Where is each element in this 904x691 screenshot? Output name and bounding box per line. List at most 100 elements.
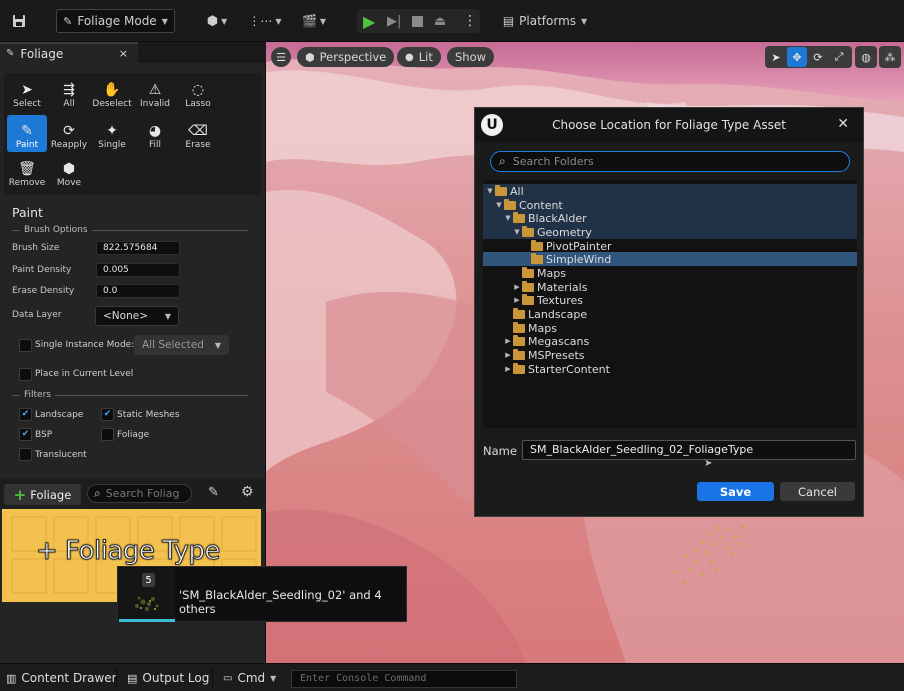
lit-label: Lit xyxy=(418,50,433,64)
stop-icon[interactable] xyxy=(412,15,423,27)
brush-options-label: Brush Options xyxy=(24,225,88,235)
tool-invalid[interactable]: ⚠ Invalid xyxy=(135,74,175,111)
expanded-arrow-icon: ▼ xyxy=(496,201,502,209)
tool-label: Deselect xyxy=(92,99,132,109)
add-actor-button[interactable]: ⬢ ▼ xyxy=(200,9,234,33)
cancel-button[interactable]: Cancel xyxy=(780,482,855,501)
tree-item[interactable]: Maps xyxy=(483,321,857,335)
tree-item-label: Maps xyxy=(528,321,557,335)
gear-icon[interactable]: ⚙ xyxy=(241,484,254,500)
output-log-label: Output Log xyxy=(142,671,210,685)
collapsed-arrow-icon[interactable]: ▶ xyxy=(503,365,513,373)
tree-item[interactable]: ▼ Geometry xyxy=(483,225,857,239)
tree-item[interactable]: ▼ All xyxy=(483,184,857,198)
tree-item[interactable]: Maps xyxy=(483,266,857,280)
tool-deselect[interactable]: ✋ Deselect xyxy=(92,74,132,111)
collapsed-arrow-icon[interactable]: ▶ xyxy=(503,337,513,345)
name-label: Name xyxy=(483,444,517,458)
content-drawer-button[interactable]: ▥ Content Drawer xyxy=(0,664,123,691)
step-icon[interactable]: ▶| xyxy=(387,14,401,29)
tree-item[interactable]: ▶ Megascans xyxy=(483,334,857,348)
select-cursor-icon[interactable]: ➤ xyxy=(766,47,786,67)
tool-all[interactable]: ⇶ All xyxy=(49,74,89,111)
platforms-dropdown[interactable]: ▤ Platforms ▼ xyxy=(499,9,591,33)
tool-erase[interactable]: ⌫ Erase xyxy=(178,115,218,152)
translate-icon[interactable]: ✥ xyxy=(787,47,807,67)
tree-item[interactable]: ▶ StarterContent xyxy=(483,362,857,376)
single-instance-dropdown[interactable]: All Selected ▼ xyxy=(134,335,229,355)
collapsed-arrow-icon[interactable]: ▶ xyxy=(512,283,522,291)
lit-sphere-icon: ● xyxy=(405,51,414,63)
translucent-checkbox[interactable] xyxy=(19,448,32,461)
tree-item[interactable]: ▼ BlackAlder xyxy=(483,211,857,225)
cinematics-button[interactable]: 🎬 ▼ xyxy=(296,9,332,33)
tree-item[interactable]: Landscape xyxy=(483,307,857,321)
show-button[interactable]: Show xyxy=(447,47,495,67)
paint-density-field[interactable]: 0.005 xyxy=(96,263,180,277)
more-options-icon[interactable]: ⋮ xyxy=(463,13,477,29)
tab-foliage[interactable]: ✎ Foliage × xyxy=(0,42,138,63)
paint-filter-icon[interactable]: ✎ xyxy=(208,485,219,500)
scale-icon[interactable]: ⤢ xyxy=(829,47,849,67)
close-icon[interactable]: ✕ xyxy=(837,116,849,132)
terminal-icon: ▭ xyxy=(223,672,233,684)
tool-reapply[interactable]: ⟳ Reapply xyxy=(49,115,89,152)
viewport-menu-icon[interactable]: ☰ xyxy=(271,47,291,67)
play-icon[interactable]: ▶ xyxy=(363,12,375,31)
tree-item[interactable]: ▼ Content xyxy=(483,198,857,212)
static-meshes-checkbox[interactable]: ✔ xyxy=(101,408,114,421)
tree-item[interactable]: ▶ MSPresets xyxy=(483,348,857,362)
output-log-button[interactable]: ▤ Output Log xyxy=(121,664,215,691)
folder-icon xyxy=(513,348,525,360)
close-icon[interactable]: × xyxy=(119,47,128,60)
tool-lasso[interactable]: ◌ Lasso xyxy=(178,74,218,111)
divider xyxy=(54,394,248,396)
globe-icon[interactable]: ◍ xyxy=(855,46,877,68)
brush-size-field[interactable]: 822.575684 xyxy=(96,241,180,255)
filters-header: Filters xyxy=(12,389,248,401)
place-in-level-checkbox[interactable] xyxy=(19,368,32,381)
lit-button[interactable]: ● Lit xyxy=(397,47,441,67)
tool-single[interactable]: ✦ Single xyxy=(92,115,132,152)
tool-move[interactable]: ⬢ Move xyxy=(49,153,89,190)
tree-item[interactable]: PivotPainter xyxy=(483,239,857,253)
save-button[interactable]: Save xyxy=(697,482,774,501)
foliage-brush-icon: ✎ xyxy=(63,14,73,28)
blueprint-button[interactable]: ⋮⋯ ▼ xyxy=(247,9,283,33)
single-instance-checkbox[interactable] xyxy=(19,339,32,352)
tree-item-selected[interactable]: SimpleWind xyxy=(483,252,857,266)
perspective-button[interactable]: ⬢ Perspective xyxy=(297,47,395,67)
tool-label: Lasso xyxy=(185,99,211,109)
tool-fill[interactable]: ◕ Fill xyxy=(135,115,175,152)
collapsed-arrow-icon[interactable]: ▶ xyxy=(503,351,513,359)
chevron-down-icon: ▼ xyxy=(270,673,277,683)
folder-search-input[interactable]: ⌕ Search Folders xyxy=(490,151,850,172)
asset-name-input[interactable]: SM_BlackAlder_Seedling_02_FoliageType xyxy=(522,440,856,460)
erase-density-field[interactable]: 0.0 xyxy=(96,284,180,298)
brush-options-header: Brush Options xyxy=(12,224,248,236)
cmd-dropdown[interactable]: ▭ Cmd ▼ xyxy=(217,664,282,691)
landscape-checkbox[interactable]: ✔ xyxy=(19,408,32,421)
bsp-checkbox[interactable]: ✔ xyxy=(19,428,32,441)
tree-item[interactable]: ▶ Materials xyxy=(483,280,857,294)
deselect-hand-icon: ✋ xyxy=(103,82,121,98)
add-foliage-button[interactable]: + Foliage xyxy=(4,484,81,505)
save-icon[interactable] xyxy=(8,9,30,33)
folder-icon xyxy=(531,239,543,251)
mode-dropdown[interactable]: ✎ Foliage Mode ▼ xyxy=(56,9,175,33)
search-placeholder: Search Foliag xyxy=(105,487,180,500)
eject-icon[interactable]: ⏏ xyxy=(434,14,446,29)
tool-remove[interactable]: 🗑 Remove xyxy=(7,153,47,190)
tree-item[interactable]: ▶ Textures xyxy=(483,293,857,307)
snap-icon[interactable]: ⁂ xyxy=(879,46,901,68)
tree-item-label: Landscape xyxy=(528,307,588,321)
console-command-input[interactable]: Enter Console Command xyxy=(291,670,517,688)
folder-icon xyxy=(495,184,507,196)
foliage-search-input[interactable]: ⌕ Search Foliag xyxy=(87,484,192,503)
collapsed-arrow-icon[interactable]: ▶ xyxy=(512,296,522,304)
tool-paint[interactable]: ✎ Paint xyxy=(7,115,47,152)
foliage-filter-checkbox[interactable] xyxy=(101,428,114,441)
data-layer-dropdown[interactable]: <None> ▼ xyxy=(95,306,179,326)
rotate-icon[interactable]: ⟳ xyxy=(808,47,828,67)
tool-select[interactable]: ➤ Select xyxy=(7,74,47,111)
